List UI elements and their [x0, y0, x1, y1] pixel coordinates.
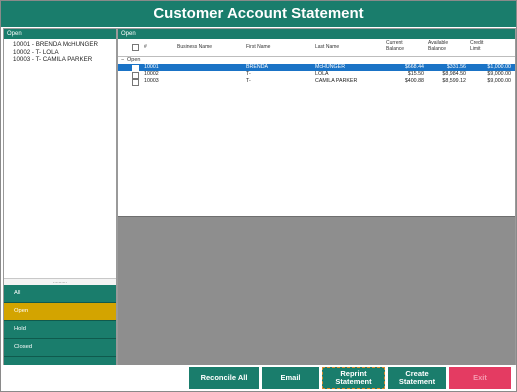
customer-list-panel: Open 10001 - BRENDA McHUNGER 10002 - T- … [3, 28, 117, 366]
col-last-name-header[interactable]: Last Name [315, 44, 339, 51]
cell-current-balance: $15.50 [407, 71, 424, 77]
reprint-statement-button[interactable]: Reprint Statement [322, 367, 385, 389]
splitter-grip[interactable]: .......... [4, 278, 116, 285]
col-header-line: Limit [470, 45, 481, 52]
table-row[interactable]: 10001 BRENDA McHUNGER $668.44 $331.56 $1… [118, 64, 515, 72]
col-header-line: Balance [386, 45, 405, 52]
filter-open-button[interactable]: Open [4, 303, 116, 321]
col-business-header[interactable]: Business Name [177, 44, 212, 51]
customer-tree-item[interactable]: 10001 - BRENDA McHUNGER [4, 41, 116, 49]
accounts-grid: # Business Name First Name Last Name Cur… [118, 39, 515, 215]
cell-available-balance: $8,984.50 [442, 71, 466, 77]
exit-button[interactable]: Exit [449, 367, 511, 389]
cell-available-balance: $331.56 [446, 64, 466, 70]
col-available-balance-header[interactable]: Available Balance [428, 40, 448, 52]
button-label-line: Statement [335, 377, 372, 386]
col-credit-limit-header[interactable]: Credit Limit [470, 40, 483, 52]
email-button[interactable]: Email [262, 367, 319, 389]
cell-available-balance: $8,599.12 [442, 78, 466, 84]
cell-last-name: CAMILA PARKER [315, 78, 358, 84]
cell-first-name: BRENDA [246, 64, 269, 70]
cell-credit-limit: $9,000.00 [487, 78, 511, 84]
grid-header-row: # Business Name First Name Last Name Cur… [118, 39, 515, 57]
action-bar: Reconcile All Email Reprint Statement Cre… [1, 365, 516, 391]
status-filter-nav: All Open Hold Closed [4, 285, 116, 365]
cell-credit-limit: $1,000.00 [487, 64, 511, 70]
cell-current-balance: $400.88 [404, 78, 424, 84]
row-checkbox[interactable] [132, 78, 139, 86]
grid-panel-header: Open [118, 29, 515, 39]
table-row[interactable]: 10003 T- CAMILA PARKER $400.88 $8,599.12… [118, 78, 515, 86]
select-all-checkbox[interactable] [132, 44, 139, 51]
statement-window: Customer Account Statement Open 10001 - … [0, 0, 517, 392]
cell-number: 10002 [144, 71, 159, 77]
cell-last-name: LOLA [315, 71, 329, 77]
group-row-open[interactable]: − Open [118, 56, 515, 64]
cell-current-balance: $668.44 [404, 64, 424, 70]
col-header-line: Balance [428, 45, 447, 52]
cell-first-name: T- [246, 71, 251, 77]
collapse-toggle-icon[interactable]: − [121, 56, 124, 64]
filter-all-button[interactable]: All [4, 285, 116, 303]
col-number-header[interactable]: # [144, 44, 147, 51]
statement-preview-area [118, 216, 515, 366]
cell-credit-limit: $9,000.00 [487, 71, 511, 77]
window-title: Customer Account Statement [1, 1, 516, 27]
customer-tree: 10001 - BRENDA McHUNGER 10002 - T- LOLA … [4, 39, 116, 64]
statement-grid-panel: Open # Business Name First Name Last Nam… [117, 28, 516, 366]
customer-tree-item[interactable]: 10003 - T- CAMILA PARKER [4, 56, 116, 64]
group-label: Open [127, 57, 141, 63]
reconcile-all-button[interactable]: Reconcile All [189, 367, 259, 389]
table-row[interactable]: 10002 T- LOLA $15.50 $8,984.50 $9,000.00 [118, 71, 515, 79]
customer-list-header: Open [4, 29, 116, 39]
button-label-line: Statement [398, 377, 436, 386]
col-current-balance-header[interactable]: Current Balance [386, 40, 405, 52]
filter-hold-button[interactable]: Hold [4, 321, 116, 339]
customer-tree-item[interactable]: 10002 - T- LOLA [4, 49, 116, 57]
create-statement-button[interactable]: Create Statement [388, 367, 446, 389]
filter-closed-button[interactable]: Closed [4, 339, 116, 357]
cell-first-name: T- [246, 78, 251, 84]
cell-number: 10001 [144, 64, 159, 70]
cell-last-name: McHUNGER [315, 64, 346, 70]
cell-number: 10003 [144, 78, 159, 84]
col-first-name-header[interactable]: First Name [246, 44, 270, 51]
